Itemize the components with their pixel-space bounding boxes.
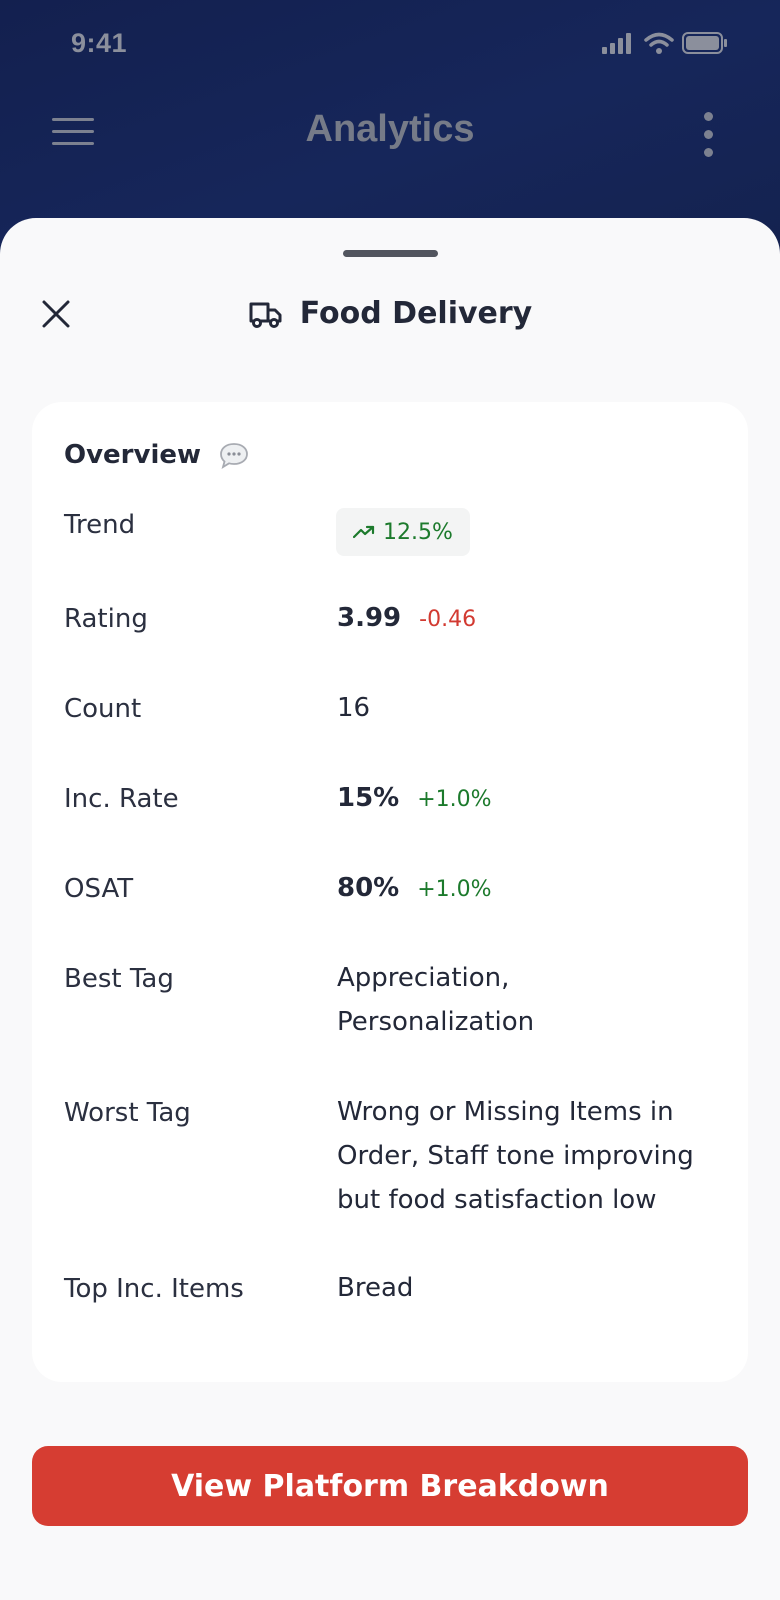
signal-icon (602, 33, 631, 54)
trend-badge: 12.5% (336, 508, 470, 556)
osat-delta: +1.0% (417, 877, 492, 902)
trending-up-icon (353, 525, 375, 539)
inc-rate-value: 15% (337, 783, 400, 813)
row-value-rating: 3.99 -0.46 (337, 596, 476, 642)
status-time: 9:41 (71, 28, 128, 58)
chat-bubble-icon[interactable] (219, 441, 249, 469)
row-value-best-tag: Appreciation, Personalization (337, 963, 535, 1037)
row-label-top-inc-items: Top Inc. Items (64, 1274, 244, 1304)
more-options-icon[interactable] (704, 112, 714, 157)
app-title: Analytics (305, 108, 475, 150)
row-label-worst-tag: Worst Tag (64, 1098, 191, 1128)
inc-rate-delta: +1.0% (417, 787, 492, 812)
status-icons (602, 32, 728, 54)
view-platform-breakdown-button[interactable]: View Platform Breakdown (32, 1446, 748, 1526)
row-label-best-tag: Best Tag (64, 964, 174, 994)
row-label-count: Count (64, 694, 142, 724)
trend-value: 12.5% (383, 519, 453, 545)
drag-handle[interactable] (343, 250, 438, 257)
overview-title: Overview (64, 440, 202, 470)
rating-value: 3.99 (337, 603, 402, 633)
row-value-inc-rate: 15% +1.0% (337, 776, 492, 822)
row-label-osat: OSAT (64, 874, 134, 904)
row-value-top-inc-items: Bread (337, 1273, 414, 1303)
sheet-header: Food Delivery (0, 296, 780, 331)
overview-card: Overview Trend 12.5% Rating 3.99 -0.46 Co… (32, 402, 748, 1382)
truck-icon (249, 302, 282, 328)
bottom-sheet: Food Delivery Overview Trend 12.5% Ratin… (0, 218, 780, 1600)
row-value-osat: 80% +1.0% (337, 866, 492, 912)
row-value-count: 16 (337, 693, 371, 723)
overview-header: Overview (64, 440, 249, 470)
rating-delta: -0.46 (419, 607, 477, 632)
osat-value: 80% (337, 873, 400, 903)
row-label-trend: Trend (64, 510, 136, 540)
battery-icon (682, 32, 727, 54)
row-label-rating: Rating (64, 604, 148, 634)
row-label-inc-rate: Inc. Rate (64, 784, 179, 814)
sheet-title: Food Delivery (299, 296, 533, 331)
wifi-icon (644, 32, 674, 54)
row-value-worst-tag: Wrong or Missing Items in Order, Staff t… (337, 1097, 694, 1215)
